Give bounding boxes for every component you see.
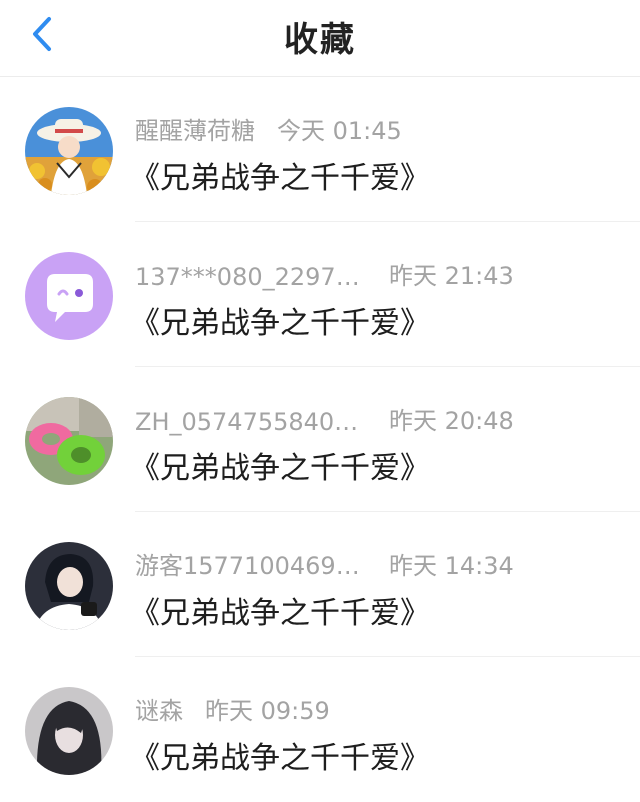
list-item[interactable]: 谜森 昨天 09:59 《兄弟战争之千千爱》 bbox=[0, 657, 640, 802]
item-meta: 游客1577100469… 昨天 14:34 bbox=[135, 546, 620, 581]
avatar[interactable] bbox=[25, 252, 113, 340]
list-item[interactable]: ZH_0574755840… 昨天 20:48 《兄弟战争之千千爱》 bbox=[0, 367, 640, 512]
book-title[interactable]: 《兄弟战争之千千爱》 bbox=[130, 588, 430, 632]
avatar[interactable] bbox=[25, 107, 113, 195]
timestamp: 昨天 09:59 bbox=[205, 697, 330, 725]
book-title[interactable]: 《兄弟战争之千千爱》 bbox=[130, 298, 430, 342]
timestamp: 今天 01:45 bbox=[277, 117, 402, 145]
item-meta: 137***080_2297… 昨天 21:43 bbox=[135, 256, 620, 291]
favorites-list: 醒醒薄荷糖 今天 01:45 《兄弟战争之千千爱》 137***080_2297…… bbox=[0, 77, 640, 802]
user-name: 游客1577100469… bbox=[135, 552, 360, 580]
timestamp: 昨天 20:48 bbox=[389, 407, 514, 435]
list-item[interactable]: 游客1577100469… 昨天 14:34 《兄弟战争之千千爱》 bbox=[0, 512, 640, 657]
user-name: ZH_0574755840… bbox=[135, 408, 359, 436]
item-meta: ZH_0574755840… 昨天 20:48 bbox=[135, 401, 620, 436]
avatar[interactable] bbox=[25, 542, 113, 630]
book-title[interactable]: 《兄弟战争之千千爱》 bbox=[130, 443, 430, 487]
avatar-image bbox=[25, 542, 113, 630]
item-meta: 谜森 昨天 09:59 bbox=[135, 691, 620, 726]
avatar-image bbox=[25, 687, 113, 775]
timestamp: 昨天 21:43 bbox=[389, 262, 514, 290]
top-bar: 收藏 bbox=[0, 0, 640, 77]
avatar-image bbox=[25, 397, 113, 485]
avatar-image bbox=[25, 107, 113, 195]
user-name: 谜森 bbox=[135, 697, 183, 725]
timestamp: 昨天 14:34 bbox=[389, 552, 514, 580]
avatar[interactable] bbox=[25, 397, 113, 485]
list-item[interactable]: 137***080_2297… 昨天 21:43 《兄弟战争之千千爱》 bbox=[0, 222, 640, 367]
item-meta: 醒醒薄荷糖 今天 01:45 bbox=[135, 111, 620, 146]
avatar[interactable] bbox=[25, 687, 113, 775]
user-name: 醒醒薄荷糖 bbox=[135, 117, 255, 145]
list-item[interactable]: 醒醒薄荷糖 今天 01:45 《兄弟战争之千千爱》 bbox=[0, 77, 640, 222]
default-avatar-icon bbox=[25, 252, 113, 340]
book-title[interactable]: 《兄弟战争之千千爱》 bbox=[130, 153, 430, 197]
user-name: 137***080_2297… bbox=[135, 263, 360, 291]
book-title[interactable]: 《兄弟战争之千千爱》 bbox=[130, 733, 430, 777]
page-title: 收藏 bbox=[284, 20, 356, 60]
